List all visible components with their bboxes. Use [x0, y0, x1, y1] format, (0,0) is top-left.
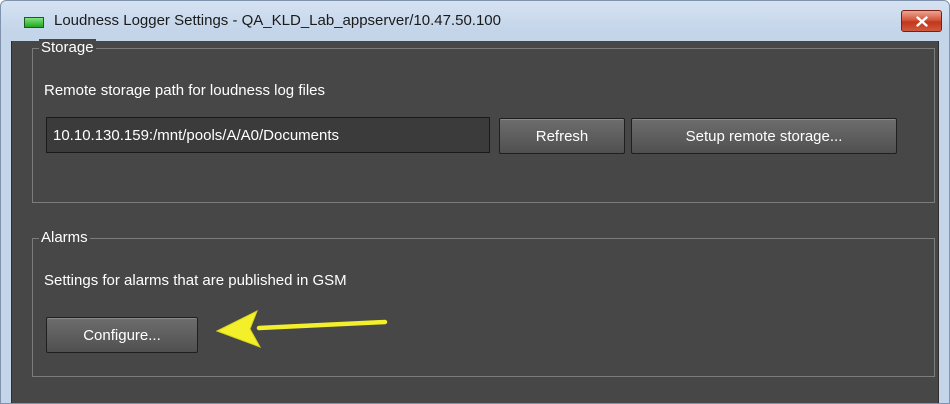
- refresh-button[interactable]: Refresh: [499, 118, 625, 154]
- remote-storage-path-field[interactable]: [46, 117, 490, 153]
- storage-group: Storage Remote storage path for loudness…: [32, 39, 935, 203]
- alarms-legend: Alarms: [39, 229, 90, 247]
- alarms-description: Settings for alarms that are published i…: [44, 272, 347, 289]
- close-icon: [915, 15, 928, 27]
- alarms-group: Alarms Settings for alarms that are publ…: [32, 229, 935, 377]
- green-display-icon: [24, 17, 44, 28]
- settings-dialog: Loudness Logger Settings - QA_KLD_Lab_ap…: [0, 0, 950, 404]
- close-button[interactable]: [901, 10, 942, 32]
- storage-legend: Storage: [39, 39, 96, 57]
- title-bar[interactable]: Loudness Logger Settings - QA_KLD_Lab_ap…: [1, 1, 949, 41]
- storage-description: Remote storage path for loudness log fil…: [44, 82, 325, 99]
- dialog-content: Storage Remote storage path for loudness…: [11, 39, 939, 403]
- setup-remote-storage-button[interactable]: Setup remote storage...: [631, 118, 897, 154]
- window-title: Loudness Logger Settings - QA_KLD_Lab_ap…: [54, 12, 501, 29]
- configure-button[interactable]: Configure...: [46, 317, 198, 353]
